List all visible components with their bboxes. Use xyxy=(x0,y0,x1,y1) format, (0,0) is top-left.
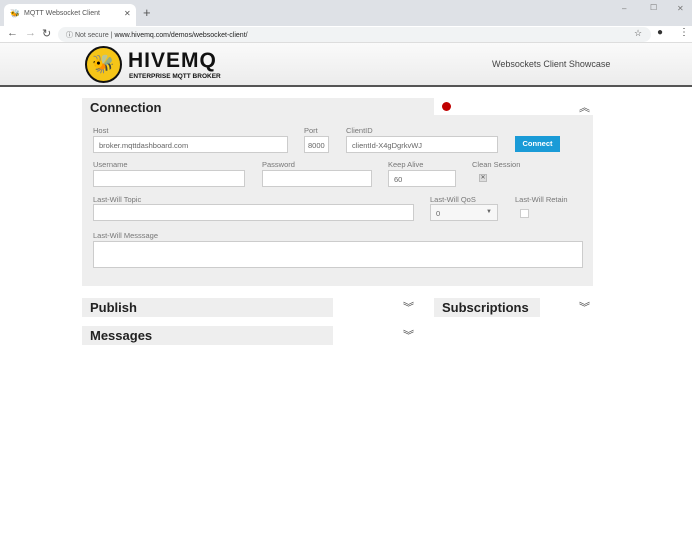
lw-qos-label: Last-Will QoS xyxy=(430,195,476,204)
keepalive-input[interactable]: 60 xyxy=(388,170,456,187)
address-bar: ← → ↻ ⓘ Not secure | www.hivemq.com/demo… xyxy=(0,26,692,43)
showcase-title: Websockets Client Showcase xyxy=(492,59,611,69)
clientid-label: ClientID xyxy=(346,126,373,135)
tab-title: MQTT Websocket Client xyxy=(24,10,100,17)
close-tab-icon[interactable]: ✕ xyxy=(124,9,131,18)
close-window-button[interactable]: ✕ xyxy=(677,4,684,13)
url-bar[interactable]: ⓘ Not secure | www.hivemq.com/demos/webs… xyxy=(58,27,651,42)
expand-messages-chevron-icon[interactable]: ︾ xyxy=(403,327,414,343)
bookmark-star-icon[interactable]: ☆ xyxy=(634,28,642,39)
minimize-button[interactable]: – xyxy=(622,4,626,13)
lw-topic-input[interactable] xyxy=(93,204,414,221)
menu-icon[interactable]: ⋮ xyxy=(679,27,689,38)
collapse-chevron-icon[interactable]: ︽ xyxy=(579,99,590,115)
maximize-button[interactable]: ☐ xyxy=(650,3,657,12)
connection-panel: Connection ︽ Host broker.mqttdashboard.c… xyxy=(82,98,593,286)
forward-icon[interactable]: → xyxy=(25,27,36,39)
lw-retain-label: Last-Will Retain xyxy=(515,195,568,204)
clean-session-checkbox[interactable]: ✕ xyxy=(479,174,487,182)
url-text: www.hivemq.com/demos/websocket-client/ xyxy=(114,32,248,39)
username-label: Username xyxy=(93,160,128,169)
clientid-input[interactable]: clientId-X4gDgrkvWJ xyxy=(346,136,498,153)
logo-title: HIVEMQ xyxy=(128,49,217,72)
lw-message-textarea[interactable] xyxy=(93,241,583,268)
subscriptions-title[interactable]: Subscriptions xyxy=(434,298,540,317)
host-label: Host xyxy=(93,126,109,135)
hivemq-logo-icon[interactable]: 🐝 xyxy=(85,46,122,83)
port-label: Port xyxy=(304,126,318,135)
connection-title[interactable]: Connection xyxy=(82,98,170,117)
lw-topic-label: Last-Will Topic xyxy=(93,195,142,204)
lw-qos-value: 0 xyxy=(436,209,441,218)
password-input[interactable] xyxy=(262,170,372,187)
username-input[interactable] xyxy=(93,170,245,187)
host-input[interactable]: broker.mqttdashboard.com xyxy=(93,136,288,153)
back-icon[interactable]: ← xyxy=(7,27,18,39)
port-input[interactable]: 8000 xyxy=(304,136,329,153)
messages-title[interactable]: Messages xyxy=(82,326,333,345)
new-tab-button[interactable]: + xyxy=(143,5,151,20)
lw-retain-checkbox[interactable] xyxy=(520,209,529,218)
lw-message-label: Last-Will Messsage xyxy=(93,231,159,240)
info-icon: ⓘ xyxy=(66,32,75,39)
security-label: Not secure xyxy=(74,32,109,39)
chevron-down-icon: ▼ xyxy=(486,209,492,215)
browser-tab[interactable]: 🐝 MQTT Websocket Client ✕ xyxy=(4,4,136,26)
keepalive-label: Keep Alive xyxy=(388,160,424,169)
profile-icon[interactable]: ● xyxy=(657,27,663,38)
favicon-icon: 🐝 xyxy=(10,9,20,18)
lw-qos-select[interactable]: 0 ▼ xyxy=(430,204,498,221)
connect-button[interactable]: Connect xyxy=(515,136,560,152)
password-label: Password xyxy=(262,160,295,169)
reload-icon[interactable]: ↻ xyxy=(42,27,51,40)
expand-subscriptions-chevron-icon[interactable]: ︾ xyxy=(579,299,590,315)
expand-publish-chevron-icon[interactable]: ︾ xyxy=(403,299,414,315)
site-header: 🐝 HIVEMQ ENTERPRISE MQTT BROKER Websocke… xyxy=(0,43,692,87)
browser-tab-bar: 🐝 MQTT Websocket Client ✕ + – ☐ ✕ xyxy=(0,0,692,26)
clean-session-label: Clean Session xyxy=(472,160,521,169)
logo-subtitle: ENTERPRISE MQTT BROKER xyxy=(129,73,221,80)
connection-status-dot xyxy=(442,102,451,111)
publish-title[interactable]: Publish xyxy=(82,298,333,317)
